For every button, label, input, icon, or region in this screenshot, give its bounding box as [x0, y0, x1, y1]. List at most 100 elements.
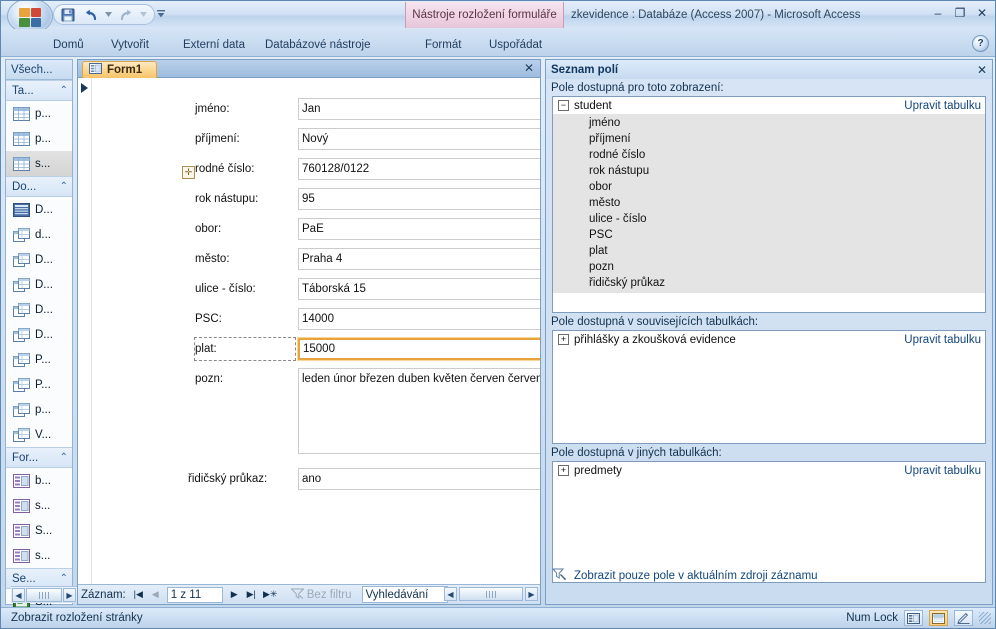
- close-button[interactable]: ✕: [973, 5, 991, 21]
- redo-dropdown-icon[interactable]: [139, 6, 148, 24]
- undo-icon[interactable]: [81, 6, 101, 24]
- field-input-mesto[interactable]: Praha 4: [298, 248, 540, 270]
- nav-item-query-7[interactable]: P...: [6, 347, 72, 372]
- tab-vytvorit[interactable]: Vytvořit: [101, 33, 159, 56]
- layout-move-handle[interactable]: ✛: [182, 166, 195, 179]
- document-tab-form1[interactable]: Form1: [82, 61, 158, 78]
- nav-group-queries[interactable]: Do... ⌃: [6, 176, 72, 197]
- nav-item-query-10[interactable]: V...: [6, 422, 72, 447]
- field-list-footer[interactable]: Zobrazit pouze pole v aktuálním zdroji z…: [551, 567, 818, 584]
- next-record-icon[interactable]: ▶: [227, 587, 242, 603]
- nav-item-label: P...: [35, 353, 51, 366]
- save-icon[interactable]: [58, 6, 78, 24]
- field-list-item[interactable]: město: [553, 195, 985, 211]
- field-combo-obor-value: PaE: [302, 223, 324, 235]
- record-selector-bar[interactable]: [78, 78, 92, 586]
- tab-domu[interactable]: Domů: [43, 33, 94, 56]
- undo-dropdown-icon[interactable]: [104, 6, 113, 24]
- field-input-rok-nastupu[interactable]: 95: [298, 188, 540, 210]
- customize-qat-icon[interactable]: [153, 5, 169, 23]
- nav-item-form-4[interactable]: s...: [6, 543, 72, 568]
- help-icon[interactable]: ?: [972, 35, 989, 52]
- nav-item-query-8[interactable]: P...: [6, 372, 72, 397]
- field-list-item[interactable]: PSC: [553, 227, 985, 243]
- restore-button[interactable]: ❐: [951, 5, 969, 21]
- field-list-table-prihlasky[interactable]: + přihlášky a zkoušková evidence Upravit…: [553, 331, 985, 348]
- field-textarea-pozn[interactable]: leden únor březen duben květen červen če…: [298, 368, 540, 454]
- design-view-button[interactable]: [954, 610, 973, 626]
- document-close-icon[interactable]: ✕: [524, 62, 534, 74]
- redo-icon[interactable]: [116, 6, 136, 24]
- previous-record-icon[interactable]: ◀: [148, 587, 163, 603]
- nav-item-query-6[interactable]: D...: [6, 322, 72, 347]
- first-record-icon[interactable]: |◀: [131, 587, 146, 603]
- nav-item-table-2[interactable]: p...: [6, 126, 72, 151]
- field-list-item[interactable]: pozn: [553, 259, 985, 275]
- expand-icon[interactable]: +: [558, 334, 569, 345]
- field-input-rodne-cislo[interactable]: 760128/0122: [298, 158, 540, 180]
- collapse-icon[interactable]: −: [558, 100, 569, 111]
- field-input-ulice-cislo[interactable]: Táborská 15: [298, 278, 540, 300]
- field-list-item[interactable]: obor: [553, 179, 985, 195]
- scroll-right-icon[interactable]: ▶: [63, 588, 76, 602]
- minimize-button[interactable]: –: [929, 5, 947, 21]
- nav-item-query-1[interactable]: D...: [6, 197, 72, 222]
- field-list-item[interactable]: příjmení: [553, 131, 985, 147]
- field-list-table-predmety[interactable]: + predmety Upravit tabulku: [553, 462, 985, 479]
- tab-databazove-nastroje[interactable]: Databázové nástroje: [255, 33, 380, 56]
- edit-table-link[interactable]: Upravit tabulku: [904, 465, 981, 477]
- field-list-close-icon[interactable]: ✕: [977, 64, 987, 76]
- field-list-table-student[interactable]: − student Upravit tabulku: [553, 97, 985, 114]
- last-record-icon[interactable]: ▶|: [244, 587, 259, 603]
- nav-item-query-3[interactable]: D...: [6, 247, 72, 272]
- nav-item-table-student[interactable]: s...: [6, 151, 72, 176]
- expand-icon[interactable]: +: [558, 465, 569, 476]
- form-view-button[interactable]: [904, 610, 923, 626]
- field-input-jmeno[interactable]: Jan: [298, 98, 540, 120]
- filter-button[interactable]: Bez filtru: [287, 586, 356, 603]
- field-combo-obor[interactable]: PaE: [298, 218, 540, 240]
- edit-table-link[interactable]: Upravit tabulku: [904, 100, 981, 112]
- navigation-pane-header[interactable]: Všech...: [6, 60, 72, 80]
- navigation-pane-scrollbar[interactable]: ◀ ▶: [11, 586, 77, 603]
- nav-item-form-3[interactable]: S...: [6, 518, 72, 543]
- nav-item-table-1[interactable]: p...: [6, 101, 72, 126]
- new-record-icon[interactable]: ▶✳: [261, 587, 280, 603]
- nav-item-form-1[interactable]: b...: [6, 468, 72, 493]
- tab-externi-data[interactable]: Externí data: [173, 33, 255, 56]
- nav-group-tables[interactable]: Ta... ⌃: [6, 80, 72, 101]
- scroll-left-icon[interactable]: ◀: [444, 587, 457, 601]
- nav-item-label: D...: [35, 328, 53, 341]
- scrollbar-thumb[interactable]: [26, 588, 62, 602]
- scroll-left-icon[interactable]: ◀: [12, 588, 25, 602]
- form-horizontal-scrollbar[interactable]: ◀ ▶: [444, 586, 538, 602]
- nav-item-query-2[interactable]: d...: [6, 222, 72, 247]
- field-input-prijmeni[interactable]: Nový: [298, 128, 540, 150]
- nav-item-query-9[interactable]: p...: [6, 397, 72, 422]
- field-list-item[interactable]: ulice - číslo: [553, 211, 985, 227]
- resize-grip-icon[interactable]: [979, 612, 991, 624]
- document-area: Form1 ✕ ✛ jméno: Jan příjmení: Nový rodn…: [77, 59, 541, 605]
- search-input[interactable]: Vyhledávání: [361, 586, 448, 603]
- nav-item-query-5[interactable]: D...: [6, 297, 72, 322]
- nav-item-form-2[interactable]: s...: [6, 493, 72, 518]
- field-list-footer-link[interactable]: Zobrazit pouze pole v aktuálním zdroji z…: [574, 570, 818, 582]
- field-input-ridicsky-prukaz[interactable]: ano: [298, 468, 540, 490]
- nav-item-query-4[interactable]: D...: [6, 272, 72, 297]
- tab-format[interactable]: Formát: [415, 33, 471, 56]
- field-list-item[interactable]: řidičský průkaz: [553, 275, 985, 291]
- field-list-item[interactable]: jméno: [553, 115, 985, 131]
- field-input-plat[interactable]: 15000: [298, 338, 540, 360]
- layout-view-button[interactable]: [929, 610, 948, 626]
- query-icon: [13, 377, 30, 392]
- tab-usporadat[interactable]: Uspořádat: [479, 33, 552, 56]
- field-input-psc[interactable]: 14000: [298, 308, 540, 330]
- nav-group-forms[interactable]: For... ⌃: [6, 447, 72, 468]
- scroll-right-icon[interactable]: ▶: [525, 587, 538, 601]
- scrollbar-thumb[interactable]: [459, 587, 523, 601]
- field-list-item[interactable]: rok nástupu: [553, 163, 985, 179]
- edit-table-link[interactable]: Upravit tabulku: [904, 334, 981, 346]
- field-list-item[interactable]: rodné číslo: [553, 147, 985, 163]
- field-list-item[interactable]: plat: [553, 243, 985, 259]
- record-counter[interactable]: 1 z 11: [166, 586, 223, 603]
